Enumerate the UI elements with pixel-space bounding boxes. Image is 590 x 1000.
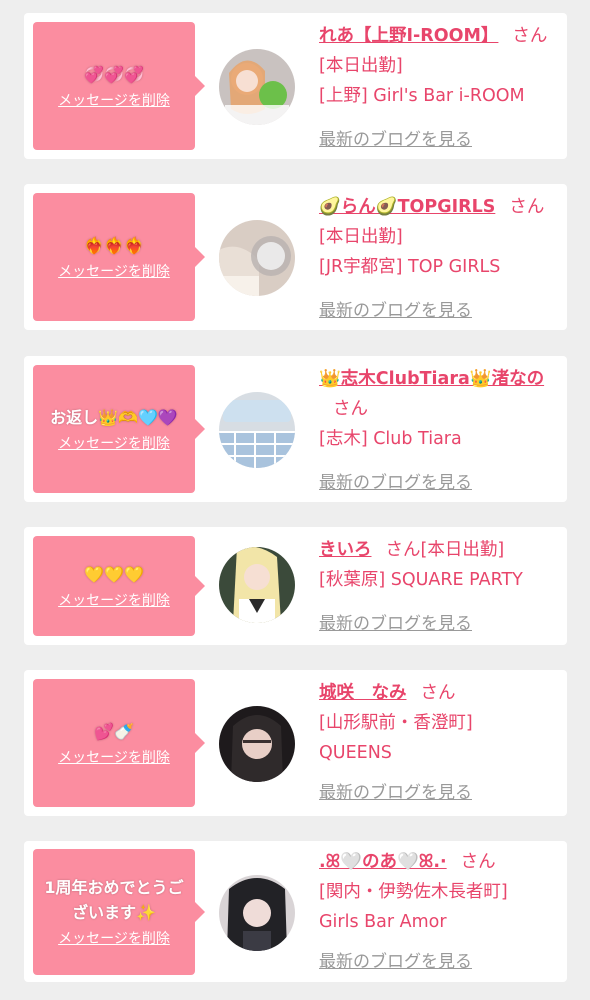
honorific: さん	[509, 197, 545, 217]
message-bubble: 1周年おめでとうございます✨ メッセージを削除	[33, 849, 205, 975]
shop-name: [関内・伊勢佐木長者町] Girls Bar Amor	[319, 882, 508, 932]
profile-info: .ꕤ🤍のあ🤍ꕤ.· さん [関内・伊勢佐木長者町] Girls Bar Amor	[319, 847, 551, 937]
message-text: ❤️‍🔥❤️‍🔥❤️‍🔥	[84, 235, 144, 255]
honorific: さん	[385, 540, 421, 560]
delete-message-link[interactable]: メッセージを削除	[58, 91, 170, 111]
profile-info: 城咲 なみ さん [山形駅前・香澄町] QUEENS	[319, 678, 551, 768]
honorific: さん	[460, 852, 496, 872]
shop-name: [秋葉原] SQUARE PARTY	[319, 570, 523, 590]
profile-name-link[interactable]: .ꕤ🤍のあ🤍ꕤ.·	[319, 852, 447, 872]
message-text: お返し👑🫶🩵💜	[50, 407, 178, 427]
delete-message-link[interactable]: メッセージを削除	[58, 591, 170, 611]
message-bubble: お返し👑🫶🩵💜 メッセージを削除	[33, 365, 205, 493]
message-card: 1周年おめでとうございます✨ メッセージを削除 .ꕤ🤍のあ🤍ꕤ.· さん [関内・…	[24, 841, 567, 982]
profile-info: れあ【上野I-ROOM】 さん [本日出勤] [上野] Girl's Bar i-R…	[319, 21, 551, 111]
profile-info: きいろ さん[本日出勤] [秋葉原] SQUARE PARTY	[319, 535, 551, 595]
shop-name: [上野] Girl's Bar i-ROOM	[319, 86, 525, 106]
delete-message-link[interactable]: メッセージを削除	[58, 929, 170, 949]
view-blog-link[interactable]: 最新のブログを見る	[319, 296, 472, 321]
profile-name-link[interactable]: れあ【上野I-ROOM】	[319, 26, 498, 46]
view-blog-link[interactable]: 最新のブログを見る	[319, 468, 472, 493]
message-card: お返し👑🫶🩵💜 メッセージを削除 👑志木ClubTiara👑渚なのさん [志木]…	[24, 356, 567, 502]
view-blog-link[interactable]: 最新のブログを見る	[319, 609, 472, 634]
delete-message-link[interactable]: メッセージを削除	[58, 434, 170, 454]
profile-name-link[interactable]: 城咲 なみ	[319, 683, 407, 703]
message-text: 💞💞💞	[84, 64, 144, 84]
message-card: 💞💞💞 メッセージを削除 れあ【上野I-ROOM】 さん [本日出勤] [上野] G…	[24, 13, 567, 159]
avatar[interactable]	[219, 49, 295, 125]
delete-message-link[interactable]: メッセージを削除	[58, 748, 170, 768]
honorific: さん	[512, 26, 548, 46]
avatar[interactable]	[219, 875, 295, 951]
shop-name: [山形駅前・香澄町] QUEENS	[319, 713, 473, 763]
avatar[interactable]	[219, 706, 295, 782]
profile-info: 🥑らん🥑TOPGIRLS さん [本日出勤] [JR宇都宮] TOP GIRLS	[319, 192, 551, 282]
message-bubble: 💕🍼 メッセージを削除	[33, 679, 205, 807]
view-blog-link[interactable]: 最新のブログを見る	[319, 778, 472, 803]
view-blog-link[interactable]: 最新のブログを見る	[319, 125, 472, 150]
attendance-status: [本日出勤]	[319, 227, 403, 247]
message-text: 1周年おめでとうございます✨	[44, 878, 184, 922]
message-text: 💕🍼	[94, 721, 134, 741]
message-bubble: 💛💛💛 メッセージを削除	[33, 536, 205, 636]
view-blog-link[interactable]: 最新のブログを見る	[319, 947, 472, 972]
message-card: ❤️‍🔥❤️‍🔥❤️‍🔥 メッセージを削除 🥑らん🥑TOPGIRLS さん [本日出…	[24, 184, 567, 330]
avatar[interactable]	[219, 220, 295, 296]
message-list: 💞💞💞 メッセージを削除 れあ【上野I-ROOM】 さん[本日出勤] [上野] G…	[0, 0, 590, 1000]
message-bubble: ❤️‍🔥❤️‍🔥❤️‍🔥 メッセージを削除	[33, 193, 205, 321]
message-text: 💛💛💛	[84, 564, 144, 584]
shop-name: [志木] Club Tiara	[319, 429, 462, 449]
attendance-status: [本日出勤]	[319, 56, 403, 76]
profile-info: 👑志木ClubTiara👑渚なのさん [志木] Club Tiara	[319, 364, 551, 454]
honorific: さん	[333, 399, 368, 419]
profile-name-link[interactable]: 👑志木ClubTiara👑渚なの	[319, 369, 544, 389]
delete-message-link[interactable]: メッセージを削除	[58, 262, 170, 282]
attendance-status: [本日出勤]	[420, 540, 505, 560]
message-bubble: 💞💞💞 メッセージを削除	[33, 22, 205, 150]
honorific: さん	[420, 683, 456, 703]
profile-name-link[interactable]: 🥑らん🥑TOPGIRLS	[319, 197, 495, 217]
avatar[interactable]	[219, 547, 295, 623]
message-card: 💛💛💛 メッセージを削除 きいろ さん[本日出勤] [秋葉原] SQUARE PA…	[24, 527, 567, 645]
avatar[interactable]	[219, 392, 295, 468]
message-card: 💕🍼 メッセージを削除 城咲 なみ さん [山形駅前・香澄町] QUEENS 最新…	[24, 670, 567, 816]
profile-name-link[interactable]: きいろ	[319, 540, 372, 560]
shop-name: [JR宇都宮] TOP GIRLS	[319, 257, 501, 277]
